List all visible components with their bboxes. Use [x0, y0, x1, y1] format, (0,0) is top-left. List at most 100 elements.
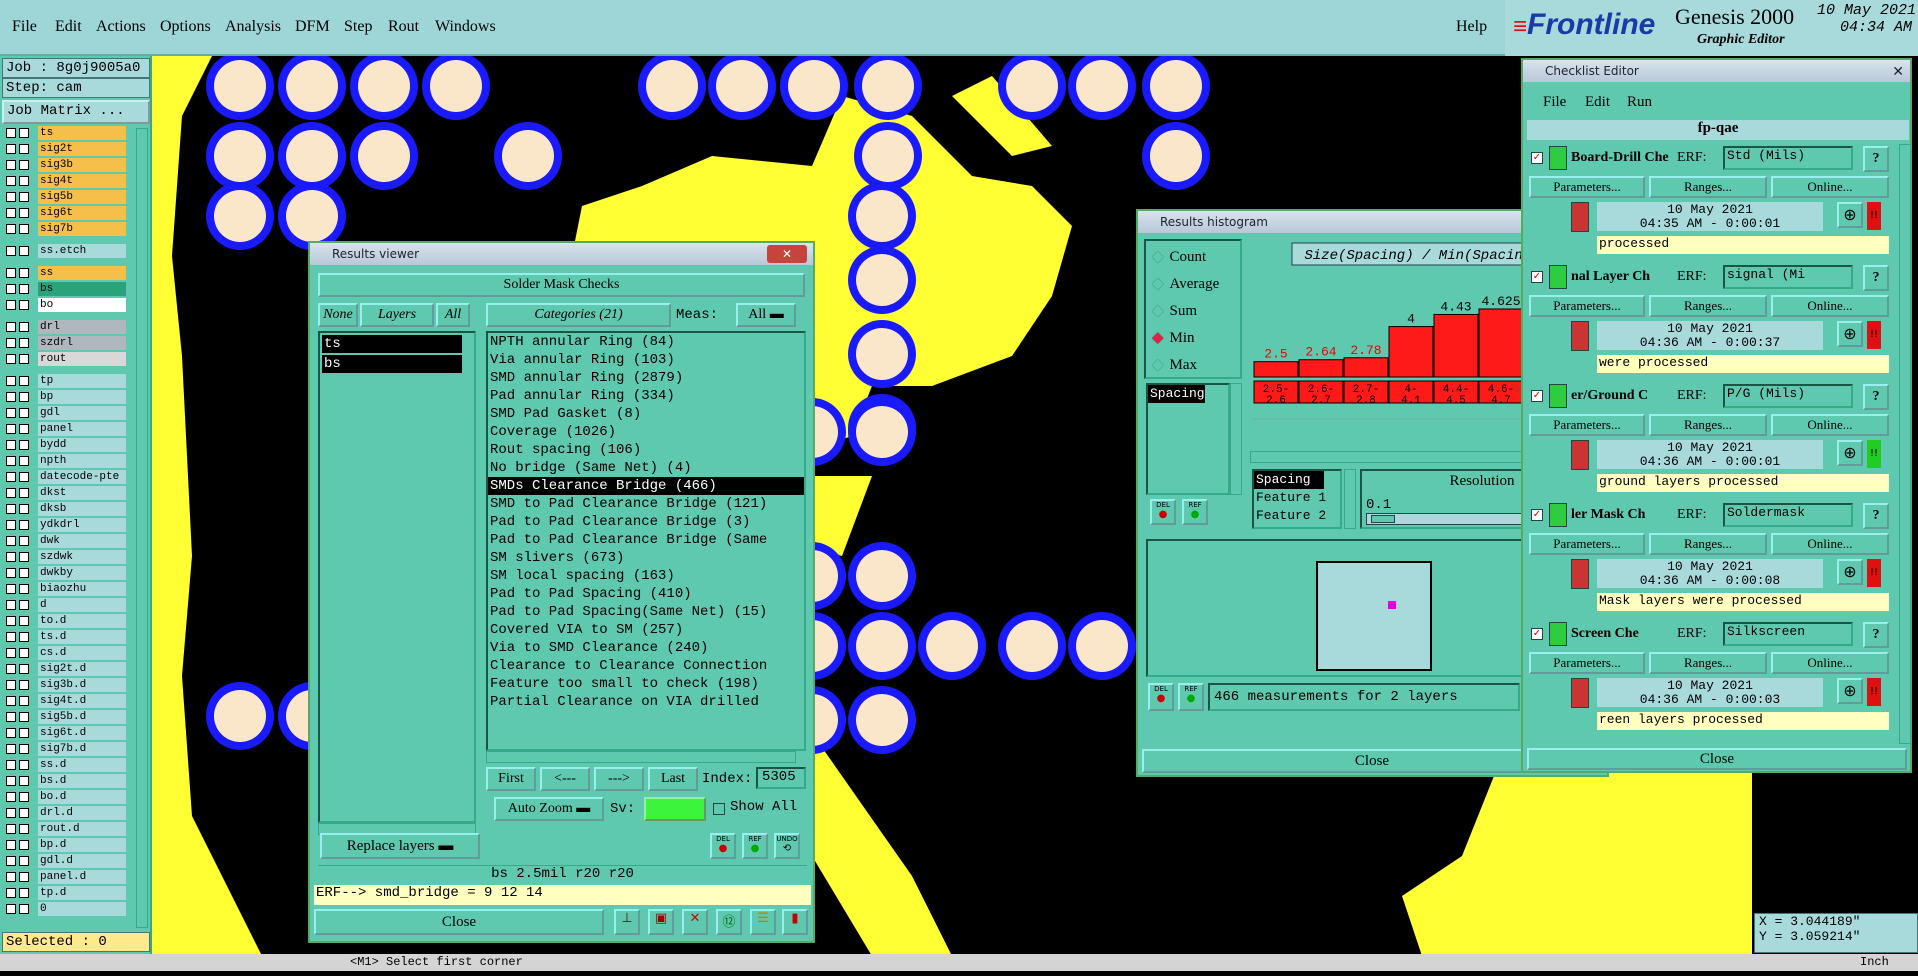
layer-checkbox[interactable] — [19, 192, 29, 202]
menu-actions[interactable]: Actions — [96, 18, 146, 36]
layer-checkbox[interactable] — [19, 776, 29, 786]
parameters-button[interactable]: Parameters... — [1529, 414, 1645, 436]
check-enable-checkbox[interactable]: ✓ — [1531, 271, 1543, 283]
diamond-radio-icon[interactable]: ◆ — [1152, 303, 1164, 319]
layer-checkbox[interactable] — [19, 680, 29, 690]
cancel-icon[interactable]: ✕ — [682, 909, 708, 935]
parameters-button[interactable]: Parameters... — [1529, 295, 1645, 317]
slider-thumb[interactable] — [1371, 515, 1395, 523]
layer-checkbox[interactable] — [6, 176, 16, 186]
layer-row[interactable]: szdwk — [6, 550, 126, 564]
layer-checkbox[interactable] — [6, 696, 16, 706]
layer-row[interactable]: ss.d — [6, 758, 126, 772]
aggregate-option[interactable]: ◆ Max — [1152, 355, 1197, 375]
layer-row[interactable]: gdl — [6, 406, 126, 420]
layer-row[interactable]: sig4t — [6, 174, 126, 188]
layer-checkbox[interactable] — [6, 322, 16, 332]
layer-checkbox[interactable] — [6, 192, 16, 202]
check-help-button[interactable]: ? — [1863, 622, 1889, 648]
checklist-titlebar[interactable]: Checklist Editor ✕ — [1523, 60, 1910, 82]
layer-checkbox[interactable] — [19, 504, 29, 514]
layer-row[interactable]: rout — [6, 352, 126, 366]
check-enable-checkbox[interactable]: ✓ — [1531, 390, 1543, 402]
histogram-bar[interactable] — [1343, 357, 1389, 378]
layer-checkbox[interactable] — [19, 208, 29, 218]
layer-checkbox[interactable] — [19, 160, 29, 170]
category-item[interactable]: Pad to Pad Clearance Bridge (3) — [488, 513, 804, 531]
layer-checkbox[interactable] — [6, 776, 16, 786]
ranges-button[interactable]: Ranges... — [1649, 533, 1767, 555]
layer-checkbox[interactable] — [6, 536, 16, 546]
layer-row[interactable]: dwkby — [6, 566, 126, 580]
layer-row[interactable]: tp.d — [6, 886, 126, 900]
online-button[interactable]: Online... — [1771, 533, 1889, 555]
layer-checkbox[interactable] — [19, 268, 29, 278]
layer-row[interactable]: biaozhu — [6, 582, 126, 596]
category-item[interactable]: NPTH annular Ring (84) — [488, 333, 804, 351]
layer-checkbox[interactable] — [6, 392, 16, 402]
category-item[interactable]: Via annular Ring (103) — [488, 351, 804, 369]
category-item[interactable]: No bridge (Same Net) (4) — [488, 459, 804, 477]
layer-row[interactable]: tp — [6, 374, 126, 388]
results-viewer-close-button[interactable]: Close — [314, 909, 604, 935]
layer-checkbox[interactable] — [6, 712, 16, 722]
layer-checkbox[interactable] — [19, 246, 29, 256]
diamond-radio-icon[interactable]: ◆ — [1152, 330, 1164, 346]
menu-dfm[interactable]: DFM — [295, 18, 330, 36]
layer-checkbox[interactable] — [6, 760, 16, 770]
layer-checkbox[interactable] — [6, 424, 16, 434]
layer-row[interactable]: dwk — [6, 534, 126, 548]
index-input[interactable]: 5305 — [756, 767, 806, 789]
layer-checkbox[interactable] — [6, 888, 16, 898]
category-item[interactable]: Pad annular Ring (334) — [488, 387, 804, 405]
layer-checkbox[interactable] — [6, 904, 16, 914]
check-enable-checkbox[interactable]: ✓ — [1531, 152, 1543, 164]
check-help-button[interactable]: ? — [1863, 265, 1889, 291]
check-help-button[interactable]: ? — [1863, 384, 1889, 410]
category-item[interactable]: Via to SMD Clearance (240) — [488, 639, 804, 657]
layer-row[interactable]: sig5b.d — [6, 710, 126, 724]
histogram-bar[interactable] — [1298, 359, 1344, 378]
prev-button[interactable]: <--- — [540, 767, 590, 791]
layer-checkbox[interactable] — [19, 488, 29, 498]
category-item[interactable]: Covered VIA to SM (257) — [488, 621, 804, 639]
layer-checkbox[interactable] — [19, 648, 29, 658]
layer-checkbox[interactable] — [6, 408, 16, 418]
layer-row[interactable]: sig4t.d — [6, 694, 126, 708]
layer-checkbox[interactable] — [6, 208, 16, 218]
layer-checkbox[interactable] — [6, 840, 16, 850]
histogram-bar[interactable] — [1478, 308, 1524, 378]
ranges-button[interactable]: Ranges... — [1649, 295, 1767, 317]
category-item[interactable]: SMD annular Ring (2879) — [488, 369, 804, 387]
layer-checkbox[interactable] — [19, 392, 29, 402]
auto-zoom-select[interactable]: Auto Zoom ▬ — [494, 797, 604, 821]
category-item[interactable]: Feature too small to check (198) — [488, 675, 804, 693]
aggregate-option[interactable]: ◆ Average — [1152, 274, 1219, 294]
layer-checkbox[interactable] — [19, 728, 29, 738]
close-icon[interactable]: ✕ — [1892, 61, 1904, 83]
zoom-icon[interactable]: ⊕ — [1837, 440, 1863, 466]
replace-layers-select[interactable]: Replace layers ▬ — [320, 833, 480, 859]
layer-result-item[interactable]: ts — [322, 335, 462, 353]
erf-field[interactable]: signal (Mi — [1723, 265, 1853, 289]
ranges-button[interactable]: Ranges... — [1649, 414, 1767, 436]
layer-row[interactable]: 0 — [6, 902, 126, 916]
all-button[interactable]: All — [436, 303, 470, 327]
layer-checkbox[interactable] — [19, 472, 29, 482]
category-item[interactable]: Pad to Pad Clearance Bridge (Same — [488, 531, 804, 549]
layer-checkbox[interactable] — [19, 632, 29, 642]
parameters-button[interactable]: Parameters... — [1529, 652, 1645, 674]
menu-edit[interactable]: Edit — [1585, 94, 1610, 111]
histogram-bar[interactable] — [1388, 326, 1434, 378]
layer-row[interactable]: ss — [6, 266, 126, 280]
layer-row[interactable]: sig3b — [6, 158, 126, 172]
layer-checkbox[interactable] — [6, 224, 16, 234]
layer-checkbox[interactable] — [19, 664, 29, 674]
layer-checkbox[interactable] — [19, 440, 29, 450]
check-help-button[interactable]: ? — [1863, 146, 1889, 172]
layer-row[interactable]: bydd — [6, 438, 126, 452]
layer-checkbox[interactable] — [19, 144, 29, 154]
layer-checkbox[interactable] — [6, 246, 16, 256]
layer-row[interactable]: panel — [6, 422, 126, 436]
results-viewer-titlebar[interactable]: Results viewer ✕ — [310, 243, 813, 265]
